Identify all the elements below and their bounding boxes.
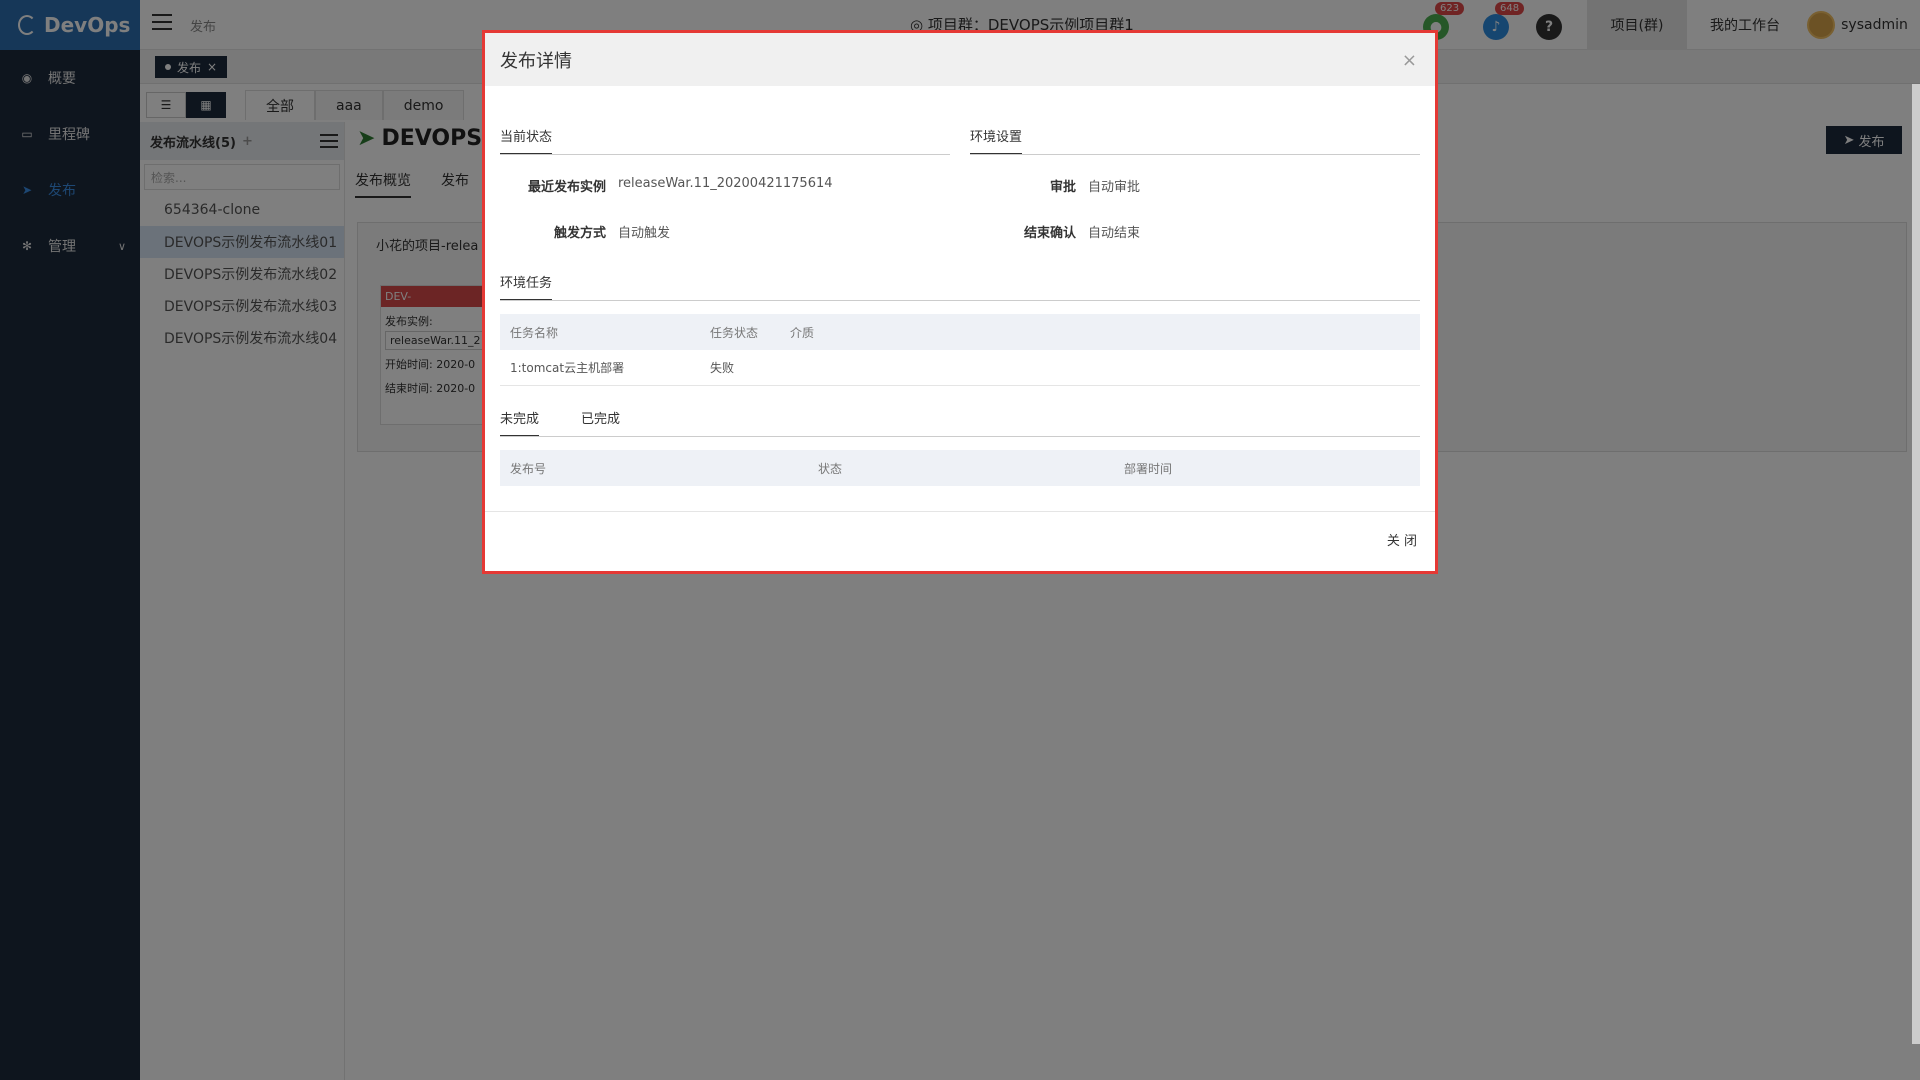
scrollbar[interactable] (1912, 84, 1920, 1044)
section-label: 当前状态 (500, 126, 553, 155)
column-header: 状态 (818, 461, 843, 476)
table-row[interactable]: 1:tomcat云主机部署 失败 (500, 350, 1420, 386)
modal-header: 发布详情 × (485, 33, 1435, 86)
trigger-row: 触发方式 自动触发 (500, 222, 670, 241)
task-status: 失败 (710, 361, 735, 375)
task-name: 1:tomcat云主机部署 (510, 361, 625, 375)
column-header: 部署时间 (1124, 461, 1173, 476)
field-label: 审批 (1049, 180, 1076, 195)
section-label: 环境设置 (970, 126, 1023, 155)
field-value: releaseWar.11_20200421175614 (618, 176, 833, 191)
tab-completed[interactable]: 已完成 (581, 408, 620, 427)
modal-footer: 关 闭 (485, 511, 1435, 571)
column-header: 任务名称 (510, 325, 559, 340)
field-value: 自动触发 (618, 226, 671, 241)
modal-title: 发布详情 (500, 50, 572, 72)
field-value: 自动审批 (1088, 180, 1141, 195)
divider (500, 154, 950, 155)
column-header: 任务状态 (710, 325, 759, 340)
divider (970, 154, 1420, 155)
field-value: 自动结束 (1088, 226, 1141, 241)
divider (500, 300, 1420, 301)
latest-instance-row: 最近发布实例 releaseWar.11_20200421175614 (500, 176, 833, 195)
deploy-table: 发布号 状态 部署时间 (500, 450, 1420, 486)
field-label: 触发方式 (553, 226, 606, 241)
section-label: 环境任务 (500, 272, 553, 301)
tab-env-settings[interactable]: 环境设置 (970, 126, 1023, 155)
field-label: 结束确认 (1023, 226, 1076, 241)
column-header: 介质 (790, 325, 815, 340)
approval-row: 审批 自动审批 (970, 176, 1140, 195)
table-header: 发布号 状态 部署时间 (500, 450, 1420, 486)
tab-current-status[interactable]: 当前状态 (500, 126, 553, 155)
tab-env-tasks[interactable]: 环境任务 (500, 272, 553, 301)
env-tasks-table: 任务名称 任务状态 介质 1:tomcat云主机部署 失败 (500, 314, 1420, 386)
close-button[interactable]: 关 闭 (1387, 530, 1417, 549)
divider (500, 436, 1420, 437)
section-label: 未完成 (500, 408, 540, 437)
table-header: 任务名称 任务状态 介质 (500, 314, 1420, 350)
close-icon[interactable]: × (1402, 50, 1417, 71)
tab-incomplete[interactable]: 未完成 (500, 408, 540, 437)
section-label: 已完成 (581, 412, 621, 427)
end-confirm-row: 结束确认 自动结束 (970, 222, 1140, 241)
field-label: 最近发布实例 (527, 180, 606, 195)
column-header: 发布号 (510, 461, 547, 476)
release-detail-modal: 发布详情 × 当前状态 环境设置 最近发布实例 releaseWar.11_20… (482, 30, 1438, 574)
